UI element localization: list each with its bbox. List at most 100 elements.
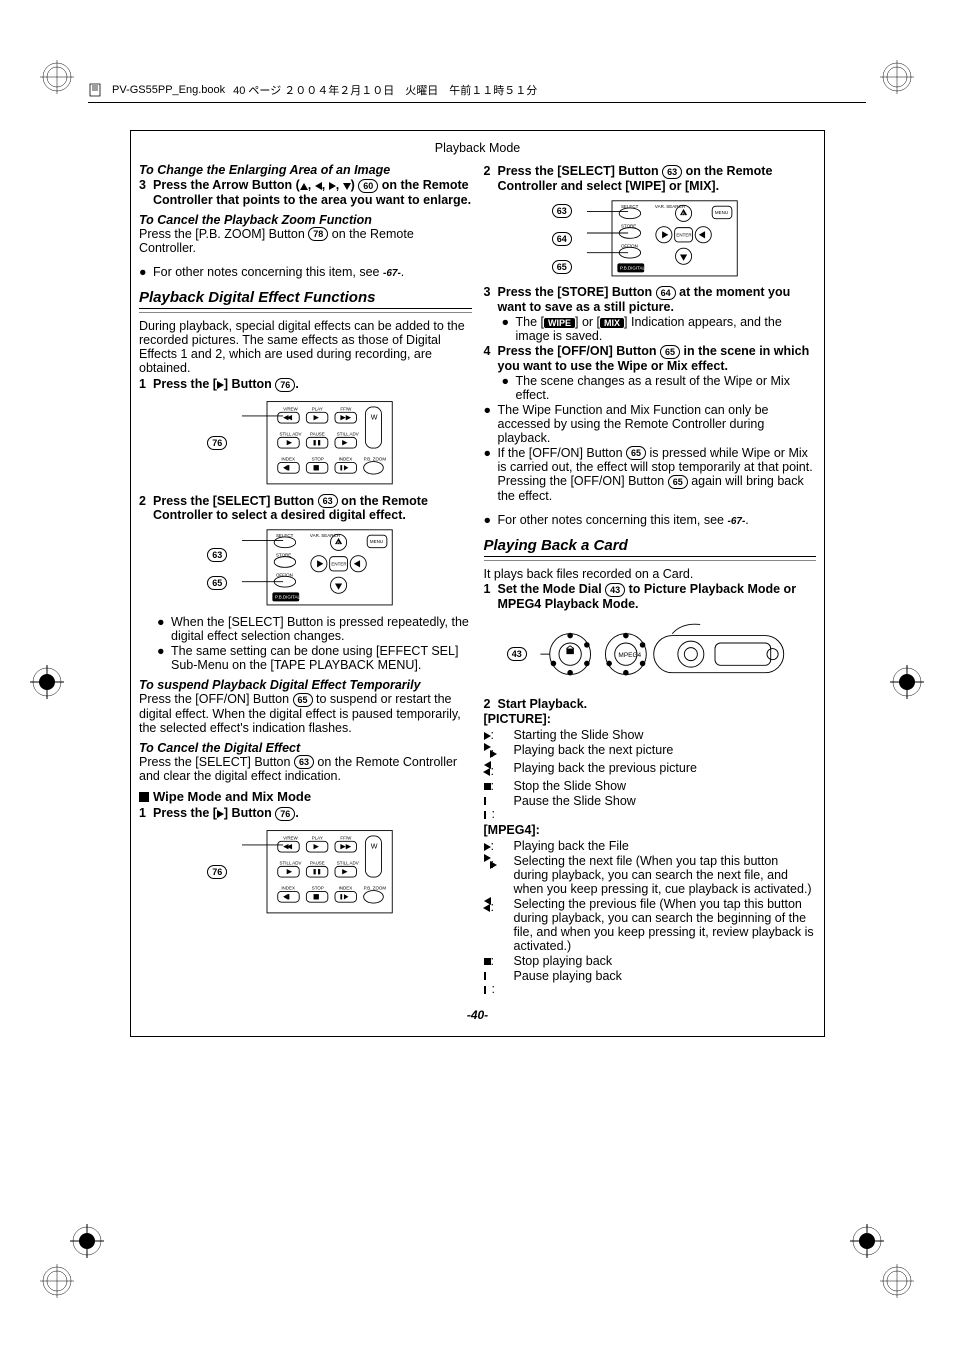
figure-remote-nav: 63 65 SELECT STORE OFF/ON [139, 528, 472, 609]
registration-mark-icon [70, 1224, 104, 1258]
svg-text:PAUSE: PAUSE [310, 860, 325, 865]
bullet-text: The scene changes as a result of the Wip… [516, 374, 817, 402]
remote-diagram-icon: V/REW PLAY FF/W W [233, 398, 403, 487]
rewind-icon [484, 761, 491, 769]
camera-diagram-icon: MPEG4 [533, 617, 793, 691]
remote-nav-diagram-icon: SELECT STORE OFF/ON P.B.DIGITAL VAR. SEA… [578, 199, 748, 280]
svg-text:STILL ADV: STILL ADV [337, 860, 359, 865]
fast-forward-icon [484, 854, 491, 862]
svg-text:INDEX: INDEX [282, 457, 296, 462]
stop-icon [484, 958, 491, 965]
heading-wipe-mix: Wipe Mode and Mix Mode [139, 789, 472, 804]
svg-text:STOP: STOP [312, 886, 324, 891]
arrow-left-icon [315, 182, 322, 190]
book-name: PV-GS55PP_Eng.book [112, 84, 225, 96]
picture-controls: :Starting the Slide Show :Playing back t… [484, 728, 817, 821]
page-number: -40- [131, 1008, 824, 1022]
play-icon [484, 843, 491, 851]
play-icon [217, 810, 224, 818]
arrow-up-icon [300, 183, 308, 190]
svg-text:MENU: MENU [715, 210, 728, 215]
registration-mark-icon [880, 60, 914, 94]
arrow-right-icon [329, 182, 336, 190]
svg-text:STILL ADV: STILL ADV [280, 860, 302, 865]
registration-mark-icon [30, 665, 64, 699]
body-text: Press the [P.B. ZOOM] Button 78 on the R… [139, 227, 472, 256]
content-frame: Playback Mode To Change the Enlarging Ar… [130, 130, 825, 1037]
svg-text:STILL ADV: STILL ADV [337, 432, 359, 437]
play-icon [217, 381, 224, 389]
step-text: Press the [SELECT] Button 63 on the Remo… [153, 494, 472, 523]
figure-remote-play: 76 V/REW PLAY FF/W [139, 398, 472, 487]
rewind-icon [484, 897, 491, 905]
heading-digital-effects: Playback Digital Effect Functions [139, 289, 472, 306]
svg-text:PAUSE: PAUSE [310, 432, 325, 437]
svg-text:P.B.DIGITAL: P.B.DIGITAL [620, 265, 645, 270]
mpeg-heading: [MPEG4]: [484, 823, 817, 837]
bullet-text: The Wipe Function and Mix Function can o… [498, 403, 817, 445]
svg-text:V/REW: V/REW [283, 835, 298, 840]
svg-text:W: W [371, 414, 378, 422]
svg-text:INDEX: INDEX [282, 886, 296, 891]
doc-header: PV-GS55PP_Eng.book 40 ページ ２００４年２月１０日 火曜日… [88, 82, 866, 98]
pause-icon [484, 969, 492, 977]
step-text: Press the [OFF/ON] Button 65 in the scen… [498, 344, 817, 373]
svg-text:ENTER: ENTER [676, 232, 692, 237]
svg-text:VAR. SEARCH: VAR. SEARCH [655, 204, 685, 209]
step-text: Press the [] Button 76. [153, 806, 472, 821]
registration-mark-icon [890, 665, 924, 699]
svg-text:FF/W: FF/W [341, 835, 353, 840]
svg-text:A: A [682, 211, 685, 216]
svg-text:P.B. ZOOM: P.B. ZOOM [364, 886, 387, 891]
svg-text:W: W [371, 842, 378, 850]
svg-text:A: A [337, 540, 340, 545]
pause-icon [484, 794, 492, 802]
stop-icon [484, 783, 491, 790]
bullet-text: The same setting can be done using [EFFE… [171, 644, 472, 672]
svg-text:STILL ADV: STILL ADV [280, 432, 302, 437]
svg-text:VAR. SEARCH: VAR. SEARCH [310, 533, 340, 538]
body-text: Press the [OFF/ON] Button 65 to suspend … [139, 692, 472, 735]
svg-text:INDEX: INDEX [339, 457, 353, 462]
book-icon [88, 82, 104, 98]
svg-text:PLAY: PLAY [312, 835, 323, 840]
heading-playing-card: Playing Back a Card [484, 537, 817, 554]
header-meta: 40 ページ ２００４年２月１０日 火曜日 午前１１時５１分 [233, 82, 537, 98]
svg-text:STOP: STOP [312, 457, 324, 462]
step-text: Press the [SELECT] Button 63 on the Remo… [498, 164, 817, 193]
heading-cancel-effect: To Cancel the Digital Effect [139, 741, 472, 755]
step-text: Press the [] Button 76. [153, 377, 472, 392]
svg-text:V/REW: V/REW [283, 407, 298, 412]
figure-remote-play-2: 76 V/REW PLAY FF/W [139, 827, 472, 916]
arrow-down-icon [343, 183, 351, 190]
bullet-text: When the [SELECT] Button is pressed repe… [171, 615, 472, 643]
play-icon [484, 732, 491, 740]
notes-text: For other notes concerning this item, se… [153, 265, 404, 279]
registration-mark-icon [40, 60, 74, 94]
svg-text:ENTER: ENTER [332, 562, 348, 567]
body-text: Press the [SELECT] Button 63 on the Remo… [139, 755, 472, 784]
figure-remote-nav-2: 63 64 65 SELECT STORE [484, 199, 817, 280]
svg-text:MPEG4: MPEG4 [618, 652, 641, 659]
registration-mark-icon [40, 1264, 74, 1298]
svg-text:INDEX: INDEX [339, 886, 353, 891]
notes-text: For other notes concerning this item, se… [498, 513, 749, 527]
section-header: Playback Mode [131, 141, 824, 155]
step-text: Set the Mode Dial 43 to Picture Playback… [498, 582, 817, 611]
card-intro: It plays back files recorded on a Card. [484, 567, 817, 581]
step-text: Press the [STORE] Button 64 at the momen… [498, 285, 817, 314]
step-text: Start Playback. [498, 697, 817, 711]
header-rule [88, 102, 866, 103]
heading-change-area: To Change the Enlarging Area of an Image [139, 163, 472, 177]
registration-mark-icon [880, 1264, 914, 1298]
step-text: Press the Arrow Button (, , , ) 60 on th… [153, 178, 472, 207]
svg-text:FF/W: FF/W [341, 407, 353, 412]
svg-text:P.B.DIGITAL: P.B.DIGITAL [275, 595, 300, 600]
svg-text:MENU: MENU [370, 539, 383, 544]
remote-nav-diagram-icon: SELECT STORE OFF/ON P.B.DIGITAL VAR. SEA… [233, 528, 403, 609]
registration-mark-icon [850, 1224, 884, 1258]
bullet-text: If the [OFF/ON] Button 65 is pressed whi… [498, 446, 817, 503]
remote-diagram-icon: V/REW PLAY FF/W W STILL ADV [233, 827, 403, 916]
left-column: To Change the Enlarging Area of an Image… [139, 163, 472, 998]
right-column: 2 Press the [SELECT] Button 63 on the Re… [484, 163, 817, 998]
